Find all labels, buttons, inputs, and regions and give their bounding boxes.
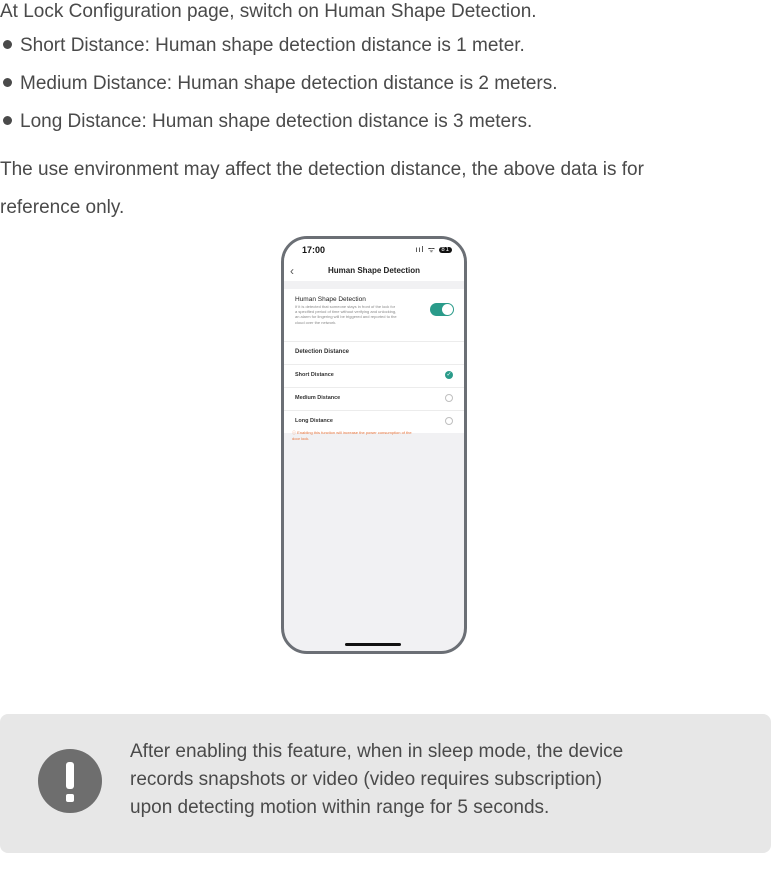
settings-card: Human Shape Detection If it is detected … — [284, 289, 464, 433]
radio-icon[interactable] — [445, 417, 453, 425]
battery-icon: 81 — [439, 246, 452, 253]
setting-label: Human Shape Detection — [295, 296, 366, 303]
disclaimer-line-1: The use environment may affect the detec… — [0, 159, 644, 180]
option-label: Medium Distance — [295, 395, 341, 401]
status-bar: 17:00 ııl ᯤ 81 — [284, 239, 464, 261]
toggle-knob — [442, 304, 453, 315]
radio-icon[interactable] — [445, 394, 453, 402]
page-title: Human Shape Detection — [327, 266, 420, 275]
option-short-distance[interactable]: Short Distance ✓ — [284, 364, 464, 387]
disclaimer-line-2: reference only. — [0, 197, 125, 218]
phone-screenshot: 17:00 ııl ᯤ 81 ‹ Human Shape Detection H… — [281, 236, 467, 654]
status-time: 17:00 — [302, 245, 326, 255]
option-label: Short Distance — [295, 372, 334, 378]
exclamation-icon — [38, 749, 102, 813]
option-medium-distance[interactable]: Medium Distance — [284, 387, 464, 410]
nav-bar: ‹ Human Shape Detection — [284, 261, 464, 281]
signal-wifi-icon: ııl ᯤ 81 — [415, 245, 452, 254]
callout-text: After enabling this feature, when in sle… — [130, 741, 624, 818]
human-shape-detection-row: Human Shape Detection If it is detected … — [284, 289, 464, 341]
section-label: Detection Distance — [295, 349, 350, 355]
detection-distance-header: Detection Distance — [284, 341, 464, 364]
home-indicator — [345, 643, 401, 646]
bullet-icon — [3, 78, 12, 88]
lead-text: At Lock Configuration page, switch on Hu… — [0, 1, 537, 22]
bullet-medium: Medium Distance: Human shape detection d… — [0, 72, 558, 96]
check-icon[interactable]: ✓ — [445, 371, 453, 379]
bullet-icon — [3, 40, 12, 50]
option-label: Long Distance — [295, 418, 333, 424]
bullet-long: Long Distance: Human shape detection dis… — [0, 110, 532, 134]
setting-description: If it is detected that someone stays in … — [295, 304, 397, 325]
power-warning: ⓘ Enabling this function will increase t… — [292, 430, 412, 441]
bullet-short: Short Distance: Human shape detection di… — [0, 34, 525, 58]
callout-box: After enabling this feature, when in sle… — [0, 714, 771, 853]
detection-toggle[interactable] — [430, 303, 454, 316]
bullet-icon — [3, 116, 12, 126]
